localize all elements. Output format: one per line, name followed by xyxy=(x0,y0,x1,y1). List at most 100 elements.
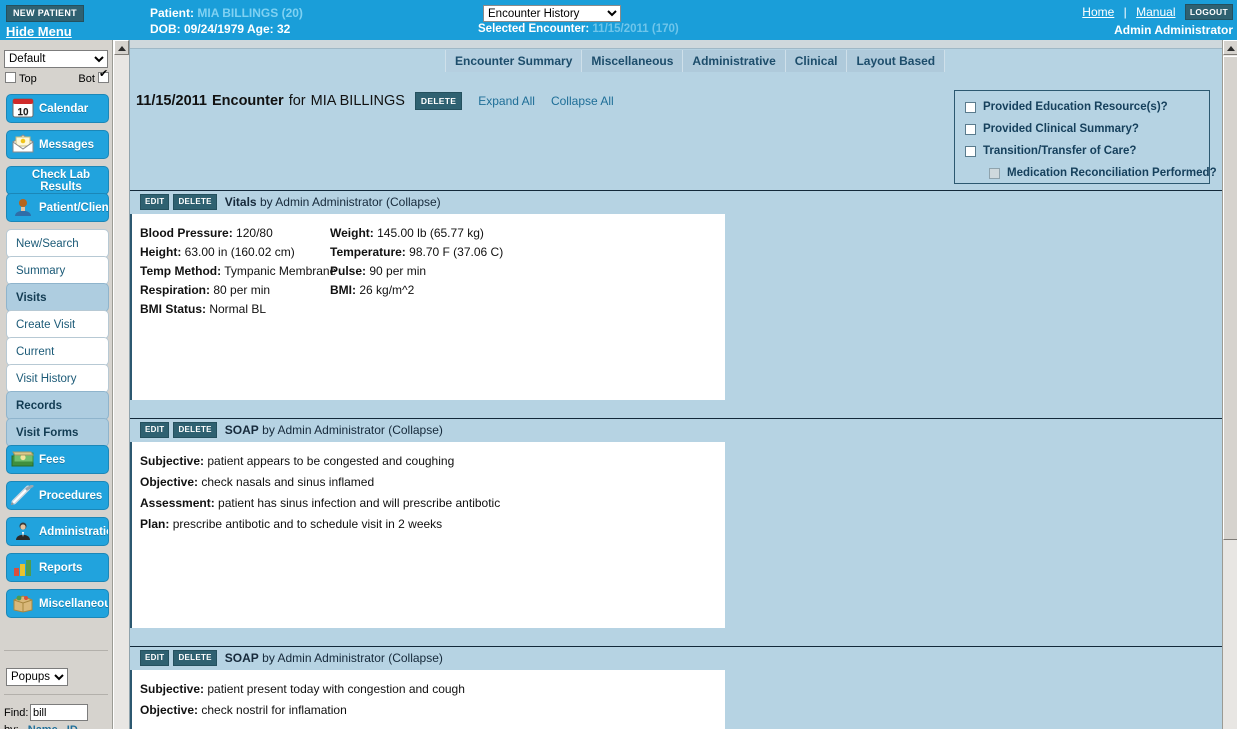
checkbox-row[interactable]: Provided Education Resource(s)? xyxy=(965,98,1168,116)
sidebar-item-calendar[interactable]: 10Calendar xyxy=(6,94,109,123)
manual-link[interactable]: Manual xyxy=(1136,5,1175,19)
sidebar-item-visit-forms[interactable]: Visit Forms xyxy=(6,418,109,447)
soap-row-label: Subjective: xyxy=(140,682,204,696)
checkbox-row[interactable]: Medication Reconciliation Performed? xyxy=(989,164,1217,182)
vitals-field: Height: 63.00 in (160.02 cm) xyxy=(140,245,295,259)
sidebar-item-records[interactable]: Records xyxy=(6,391,109,420)
expand-all-link[interactable]: Expand All xyxy=(478,94,535,108)
logout-button[interactable]: LOGOUT xyxy=(1185,4,1233,20)
find-input[interactable] xyxy=(30,704,88,721)
layout-select[interactable]: Default xyxy=(4,50,108,68)
delete-button[interactable]: DELETE xyxy=(173,650,216,666)
delete-button[interactable]: DELETE xyxy=(173,422,216,438)
checkbox-0[interactable] xyxy=(965,102,976,113)
soap-row-label: Subjective: xyxy=(140,454,204,468)
sidebar-item-fees[interactable]: Fees xyxy=(6,445,109,474)
checkbox-row[interactable]: Transition/Transfer of Care? xyxy=(965,142,1136,160)
vitals-field-label: Pulse: xyxy=(330,264,366,278)
sidebar-item-reports[interactable]: Reports xyxy=(6,553,109,582)
selected-encounter-value: 11/15/2011 (170) xyxy=(592,23,678,35)
sidebar-divider-2 xyxy=(4,694,108,695)
sidebar-item-create-visit[interactable]: Create Visit xyxy=(6,310,109,339)
home-link[interactable]: Home xyxy=(1082,5,1114,19)
tab-label: Clinical xyxy=(795,54,838,68)
section-body: Subjective: patient present today with c… xyxy=(130,670,725,729)
page-scrollbar[interactable] xyxy=(1222,40,1237,729)
scroll-up-arrow-icon[interactable] xyxy=(114,40,129,55)
checkbox-row[interactable]: Provided Clinical Summary? xyxy=(965,120,1139,138)
find-row: Find: xyxy=(4,704,112,722)
popups-select[interactable]: Popups xyxy=(6,668,68,686)
sidebar-item-procedures[interactable]: Procedures xyxy=(6,481,109,510)
encounter-word: Encounter xyxy=(212,93,284,109)
section-header: EDITDELETE SOAP by Admin Administrator (C… xyxy=(130,646,1222,669)
section-title[interactable]: SOAP by Admin Administrator (Collapse) xyxy=(225,651,443,665)
money-icon xyxy=(11,449,37,471)
selected-encounter: Selected Encounter: 11/15/2011 (170) xyxy=(478,23,679,35)
bot-checkbox[interactable] xyxy=(98,72,109,83)
barchart-icon xyxy=(11,557,37,579)
tab-label: Miscellaneous xyxy=(591,54,673,68)
edit-button[interactable]: EDIT xyxy=(140,194,169,210)
new-patient-button[interactable]: NEW PATIENT xyxy=(6,5,84,22)
checkbox-2[interactable] xyxy=(965,146,976,157)
sidebar-item-patient-client[interactable]: Patient/Client xyxy=(6,193,109,222)
tab-miscellaneous[interactable]: Miscellaneous xyxy=(582,50,683,72)
top-bot-checkbox-row: Top Bot xyxy=(5,72,109,88)
sidebar-scrollbar-track[interactable] xyxy=(114,55,129,729)
vitals-field: BMI Status: Normal BL xyxy=(140,302,266,316)
section-title[interactable]: SOAP by Admin Administrator (Collapse) xyxy=(225,423,443,437)
sidebar-scrollbar[interactable] xyxy=(114,40,129,729)
checkbox-label: Provided Clinical Summary? xyxy=(983,123,1139,135)
horizontal-scrollbar[interactable] xyxy=(130,40,1222,49)
hide-menu-link[interactable]: Hide Menu xyxy=(6,24,72,39)
section-author-collapse-label: by Admin Administrator (Collapse) xyxy=(257,195,441,209)
sidebar-item-label: Summary xyxy=(7,265,108,277)
sidebar-item-administration[interactable]: Administration xyxy=(6,517,109,546)
sidebar-item-miscellaneous[interactable]: Miscellaneous xyxy=(6,589,109,618)
section-title[interactable]: Vitals by Admin Administrator (Collapse) xyxy=(225,195,441,209)
checkbox-label: Transition/Transfer of Care? xyxy=(983,145,1136,157)
page-scroll-up-arrow-icon[interactable] xyxy=(1223,40,1237,55)
find-by-name-link[interactable]: Name xyxy=(28,724,58,729)
soap-list: Subjective: patient present today with c… xyxy=(140,682,465,724)
sidebar-item-visits[interactable]: Visits xyxy=(6,283,109,312)
sidebar-item-summary[interactable]: Summary xyxy=(6,256,109,285)
sidebar-item-visit-history[interactable]: Visit History xyxy=(6,364,109,393)
vitals-field-value: 26 kg/m^2 xyxy=(359,283,414,297)
tab-encounter-summary[interactable]: Encounter Summary xyxy=(445,50,582,72)
sidebar-item-label: Administration xyxy=(39,526,109,538)
edit-button[interactable]: EDIT xyxy=(140,422,169,438)
checkbox-1[interactable] xyxy=(965,124,976,135)
tab-administrative[interactable]: Administrative xyxy=(683,50,785,72)
soap-row-value: prescribe antibotic and to schedule visi… xyxy=(173,517,442,531)
top-checkbox[interactable] xyxy=(5,72,16,83)
calendar-icon: 10 xyxy=(11,98,37,120)
tab-clinical[interactable]: Clinical xyxy=(786,50,848,72)
page-scrollbar-thumb[interactable] xyxy=(1223,56,1237,540)
delete-encounter-button[interactable]: DELETE xyxy=(415,92,462,110)
find-by-id-link[interactable]: ID xyxy=(67,724,78,729)
sidebar-item-check-lab-results[interactable]: Check Lab Results xyxy=(6,166,109,195)
syringe-icon xyxy=(11,485,37,507)
section-author-collapse-label: by Admin Administrator (Collapse) xyxy=(259,423,443,437)
sidebar-item-messages[interactable]: Messages xyxy=(6,130,109,159)
section-body: Subjective: patient appears to be conges… xyxy=(130,442,725,628)
delete-button[interactable]: DELETE xyxy=(173,194,216,210)
edit-button[interactable]: EDIT xyxy=(140,650,169,666)
sidebar-item-current[interactable]: Current xyxy=(6,337,109,366)
vitals-field: Weight: 145.00 lb (65.77 kg) xyxy=(330,226,484,240)
tab-label: Administrative xyxy=(692,54,775,68)
soap-row: Subjective: patient present today with c… xyxy=(140,682,465,703)
sidebar-item-new-search[interactable]: New/Search xyxy=(6,229,109,258)
sidebar-item-label: Check Lab Results xyxy=(7,169,108,193)
tab-layout-based[interactable]: Layout Based xyxy=(847,50,945,72)
soap-row-value: patient appears to be congested and coug… xyxy=(207,454,454,468)
collapse-all-link[interactable]: Collapse All xyxy=(551,94,614,108)
vitals-field-value: Normal BL xyxy=(209,302,266,316)
svg-text:10: 10 xyxy=(17,107,29,118)
section-type-label: Vitals xyxy=(225,195,257,209)
patient-label: Patient: xyxy=(150,6,194,20)
module-select[interactable]: Encounter History xyxy=(483,5,621,22)
find-label: Find: xyxy=(4,707,28,719)
